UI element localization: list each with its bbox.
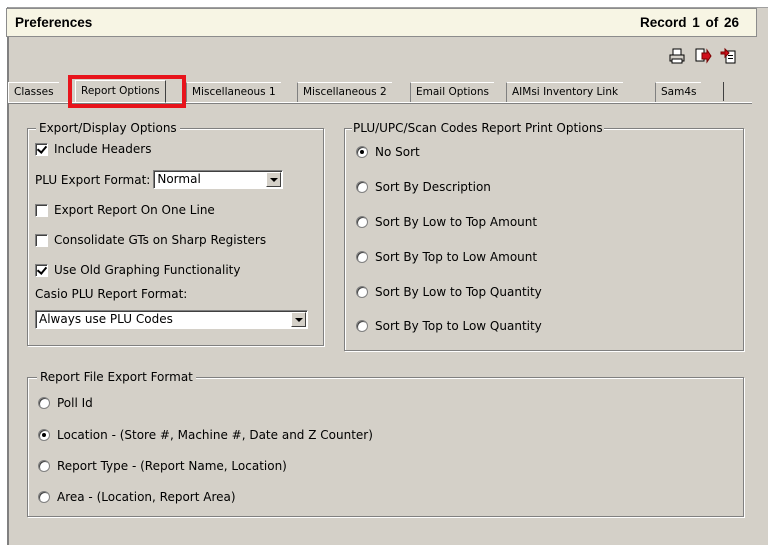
sort-low-top-quantity-label: Sort By Low to Top Quantity	[375, 285, 542, 299]
plu-print-options-legend: PLU/UPC/Scan Codes Report Print Options	[352, 121, 604, 135]
no-sort-radio[interactable]	[356, 146, 368, 158]
print-icon[interactable]	[668, 47, 686, 65]
casio-format-select[interactable]: Always use PLU Codes	[35, 310, 308, 329]
plu-export-format-label: PLU Export Format:	[35, 172, 151, 187]
export-icon[interactable]	[694, 47, 712, 65]
file-export-option-row[interactable]: Location - (Store #, Machine #, Date and…	[38, 428, 373, 442]
sort-top-low-quantity-label: Sort By Top to Low Quantity	[375, 319, 542, 333]
tab-miscellaneous-2[interactable]: Miscellaneous 2	[297, 82, 392, 102]
file-export-option-row[interactable]: Report Type - (Report Name, Location)	[38, 459, 287, 473]
sort-by-description-label: Sort By Description	[375, 180, 491, 194]
report-options-highlight	[68, 75, 186, 108]
report-type-label: Report Type - (Report Name, Location)	[57, 459, 287, 473]
sort-top-low-amount-label: Sort By Top to Low Amount	[375, 250, 538, 264]
plu-export-format-value: Normal	[157, 172, 201, 186]
sort-by-description-radio[interactable]	[356, 181, 368, 193]
location-radio[interactable]	[38, 429, 50, 441]
chevron-down-icon[interactable]	[266, 172, 282, 187]
poll-id-label: Poll Id	[57, 396, 93, 410]
old-graphing-label: Use Old Graphing Functionality	[54, 263, 241, 277]
plu-export-format-select[interactable]: Normal	[153, 170, 284, 189]
poll-id-radio[interactable]	[38, 397, 50, 409]
file-export-option-row[interactable]: Area - (Location, Report Area)	[38, 490, 236, 504]
old-graphing-checkbox[interactable]	[35, 263, 48, 277]
plu-option-row[interactable]: Sort By Low to Top Quantity	[356, 285, 542, 299]
report-file-export-legend: Report File Export Format	[37, 370, 196, 384]
tab-aimsi-inventory-link[interactable]: AIMsi Inventory Link	[506, 82, 624, 102]
consolidate-gts-checkbox[interactable]	[35, 233, 48, 247]
plu-print-options-group: PLU/UPC/Scan Codes Report Print Options …	[344, 121, 744, 351]
title-bar: Preferences Record 1 of 26	[6, 8, 757, 37]
sort-top-low-quantity-radio[interactable]	[356, 320, 368, 332]
tab-email-options[interactable]: Email Options	[410, 82, 494, 102]
record-indicator: Record 1 of 26	[639, 15, 739, 30]
export-one-line-row[interactable]: Export Report On One Line	[35, 203, 215, 217]
export-one-line-checkbox[interactable]	[35, 203, 48, 217]
toolbar	[668, 47, 738, 69]
include-headers-checkbox[interactable]	[35, 142, 48, 156]
casio-format-value: Always use PLU Codes	[39, 312, 173, 326]
tab-classes[interactable]: Classes	[8, 82, 59, 102]
tab-miscellaneous-1[interactable]: Miscellaneous 1	[186, 82, 281, 102]
casio-format-row: Always use PLU Codes	[35, 310, 308, 329]
export-one-line-label: Export Report On One Line	[54, 203, 215, 217]
sort-low-top-amount-label: Sort By Low to Top Amount	[375, 215, 538, 229]
area-radio[interactable]	[38, 491, 50, 503]
plu-option-row[interactable]: No Sort	[356, 145, 420, 159]
include-headers-row[interactable]: Include Headers	[35, 142, 151, 156]
casio-format-label-row: Casio PLU Report Format:	[35, 287, 187, 301]
include-headers-label: Include Headers	[54, 142, 152, 156]
sort-low-top-quantity-radio[interactable]	[356, 286, 368, 298]
export-display-options-group: Export/Display Options Include Headers P…	[27, 121, 324, 346]
no-sort-label: No Sort	[375, 145, 420, 159]
export-all-icon[interactable]	[720, 47, 738, 65]
file-export-option-row[interactable]: Poll Id	[38, 396, 93, 410]
plu-export-format-row: PLU Export Format: Normal	[35, 170, 284, 189]
export-display-legend: Export/Display Options	[36, 121, 180, 135]
window-title: Preferences	[15, 15, 93, 30]
casio-format-label: Casio PLU Report Format:	[35, 287, 188, 301]
consolidate-gts-label: Consolidate GTs on Sharp Registers	[54, 233, 267, 247]
area-label: Area - (Location, Report Area)	[57, 490, 236, 504]
report-file-export-format-group: Report File Export Format Poll Id Locati…	[27, 370, 744, 517]
sort-low-top-amount-radio[interactable]	[356, 216, 368, 228]
plu-option-row[interactable]: Sort By Description	[356, 180, 491, 194]
chevron-down-icon[interactable]	[291, 312, 306, 327]
sort-top-low-amount-radio[interactable]	[356, 251, 368, 263]
old-graphing-row[interactable]: Use Old Graphing Functionality	[35, 263, 241, 277]
plu-option-row[interactable]: Sort By Low to Top Amount	[356, 215, 537, 229]
tab-sam4s[interactable]: Sam4s	[655, 82, 702, 102]
plu-option-row[interactable]: Sort By Top to Low Amount	[356, 250, 537, 264]
plu-option-row[interactable]: Sort By Top to Low Quantity	[356, 319, 542, 333]
consolidate-gts-row[interactable]: Consolidate GTs on Sharp Registers	[35, 233, 266, 247]
tab-strip-end	[723, 82, 724, 101]
location-label: Location - (Store #, Machine #, Date and…	[57, 428, 373, 442]
report-type-radio[interactable]	[38, 460, 50, 472]
